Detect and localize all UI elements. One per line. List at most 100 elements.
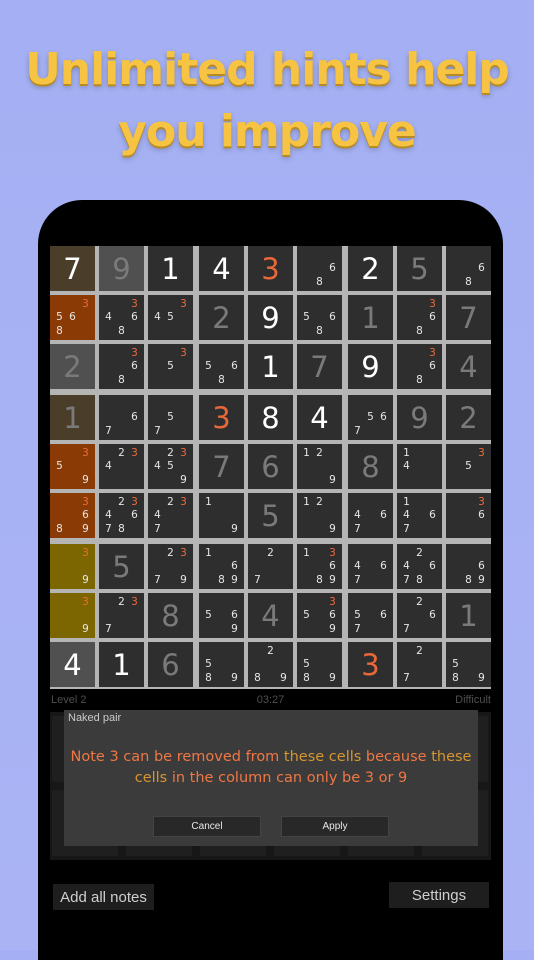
sudoku-cell[interactable]: 4 (446, 344, 491, 389)
sudoku-cell[interactable]: 3 5 9 (50, 444, 95, 489)
sudoku-cell[interactable]: 5 69 (199, 593, 244, 638)
note-digit (326, 509, 339, 523)
sudoku-cell[interactable]: 7 (50, 246, 95, 291)
sudoku-cell[interactable]: 1 (99, 642, 144, 687)
note-digit: 6 (380, 609, 387, 622)
sudoku-cell[interactable]: 14 6 7 (397, 493, 442, 538)
sudoku-cell[interactable]: 7 (199, 444, 244, 489)
sudoku-cell[interactable]: 35 (446, 444, 491, 489)
sudoku-cell[interactable]: 3 568 (50, 295, 95, 340)
sudoku-cell[interactable]: 23 4 (99, 444, 144, 489)
sudoku-cell[interactable]: 23 47 (148, 493, 193, 538)
sudoku-cell[interactable]: 1 (446, 593, 491, 638)
sudoku-cell[interactable]: 9 (348, 344, 393, 389)
sudoku-cell[interactable]: 4 (50, 642, 95, 687)
sudoku-cell[interactable]: 27 (397, 642, 442, 687)
note-digit (164, 560, 177, 574)
sudoku-cell[interactable]: 19 (199, 493, 244, 538)
sudoku-cell[interactable]: 2 (348, 246, 393, 291)
sudoku-cell[interactable]: 23 4 6 78 (99, 493, 144, 538)
sudoku-cell[interactable]: 4 (199, 246, 244, 291)
sudoku-cell[interactable]: 2 8 9 (248, 642, 293, 687)
apply-button[interactable]: Apply (281, 816, 389, 837)
sudoku-cell[interactable]: 39 (50, 544, 95, 589)
sudoku-cell[interactable]: 1 3689 (297, 544, 342, 589)
sudoku-cell[interactable]: 567 (348, 593, 393, 638)
note-digit: 7 (105, 424, 112, 437)
sudoku-cell[interactable]: 368 (99, 344, 144, 389)
sudoku-cell[interactable]: 36 (446, 493, 491, 538)
cancel-button[interactable]: Cancel (153, 816, 261, 837)
sudoku-cell[interactable]: 3 (248, 246, 293, 291)
sudoku-cell[interactable]: 6 (148, 642, 193, 687)
sudoku-cell[interactable]: 7 (446, 295, 491, 340)
note-digit (53, 297, 66, 311)
sudoku-cell[interactable]: 5 68 (297, 295, 342, 340)
sudoku-cell[interactable]: 368 (397, 295, 442, 340)
sudoku-cell[interactable]: 27 (248, 544, 293, 589)
sudoku-cell[interactable]: 3 (199, 395, 244, 440)
sudoku-cell[interactable]: 1 (50, 395, 95, 440)
sudoku-cell[interactable]: 9 (248, 295, 293, 340)
sudoku-cell[interactable]: 7 (297, 344, 342, 389)
sudoku-cell[interactable]: 4 6 7 (348, 493, 393, 538)
sudoku-cell[interactable]: 8 (248, 395, 293, 440)
sudoku-cell[interactable]: 8 (348, 444, 393, 489)
sudoku-cell[interactable]: 6 (248, 444, 293, 489)
sudoku-cell[interactable]: 5 (397, 246, 442, 291)
sudoku-cell[interactable]: 1 (348, 295, 393, 340)
note-digit (400, 473, 413, 487)
sudoku-cell[interactable]: 58 9 (297, 642, 342, 687)
these-cells-link: these cells (283, 749, 362, 765)
note-digit: 6 (231, 560, 238, 573)
cell-notes: 368 (397, 344, 442, 389)
sudoku-cell[interactable]: 1 (248, 344, 293, 389)
sudoku-cell[interactable]: 3 5 69 (297, 593, 342, 638)
sudoku-cell[interactable]: 58 9 (446, 642, 491, 687)
sudoku-cell[interactable]: 57 (148, 395, 193, 440)
sudoku-cell[interactable]: 1689 (199, 544, 244, 589)
sudoku-cell[interactable]: 4 6 7 (348, 544, 393, 589)
sudoku-cell[interactable]: 12 9 (297, 493, 342, 538)
sudoku-cell[interactable]: 689 (446, 544, 491, 589)
sudoku-cell[interactable]: 4 (297, 395, 342, 440)
note-digit: 8 (118, 324, 125, 337)
sudoku-cell[interactable]: 24 6 78 (397, 544, 442, 589)
difficulty-label: Difficult (455, 694, 491, 706)
settings-button[interactable]: Settings (389, 882, 489, 908)
sudoku-cell[interactable]: 36 8 9 (50, 493, 95, 538)
sudoku-cell[interactable]: 2 (50, 344, 95, 389)
sudoku-cell[interactable]: 4 (248, 593, 293, 638)
sudoku-cell[interactable]: 368 (397, 344, 442, 389)
sudoku-cell[interactable]: 23 7 9 (148, 544, 193, 589)
sudoku-cell[interactable]: 67 (99, 395, 144, 440)
note-digit: 2 (167, 495, 174, 508)
sudoku-cell[interactable]: 39 (50, 593, 95, 638)
note-digit: 3 (180, 297, 187, 310)
sudoku-cell[interactable]: 9 (99, 246, 144, 291)
sudoku-cell[interactable]: 23 459 (148, 444, 193, 489)
sudoku-cell[interactable]: 68 (446, 246, 491, 291)
sudoku-cell[interactable]: 14 (397, 444, 442, 489)
note-digit (251, 560, 264, 574)
sudoku-cell[interactable]: 12 9 (297, 444, 342, 489)
sudoku-cell[interactable]: 8 (148, 593, 193, 638)
sudoku-cell[interactable]: 3 45 (148, 295, 193, 340)
sudoku-cell[interactable]: 23 7 (99, 593, 144, 638)
sudoku-cell[interactable]: 2 (446, 395, 491, 440)
sudoku-cell[interactable]: 35 (148, 344, 193, 389)
sudoku-cell[interactable]: 567 (348, 395, 393, 440)
sudoku-cell[interactable]: 9 (397, 395, 442, 440)
sudoku-cell[interactable]: 1 (148, 246, 193, 291)
sudoku-cell[interactable]: 26 7 (397, 593, 442, 638)
sudoku-cell[interactable]: 58 9 (199, 642, 244, 687)
sudoku-cell[interactable]: 3 4 68 (99, 295, 144, 340)
sudoku-cell[interactable]: 5 (99, 544, 144, 589)
sudoku-cell[interactable]: 5 (248, 493, 293, 538)
sudoku-cell[interactable]: 5 68 (199, 344, 244, 389)
sudoku-cell[interactable]: 2 (199, 295, 244, 340)
note-digit: 9 (329, 622, 336, 635)
sudoku-cell[interactable]: 3 (348, 642, 393, 687)
add-all-notes-button[interactable]: Add all notes (53, 884, 154, 910)
sudoku-cell[interactable]: 68 (297, 246, 342, 291)
